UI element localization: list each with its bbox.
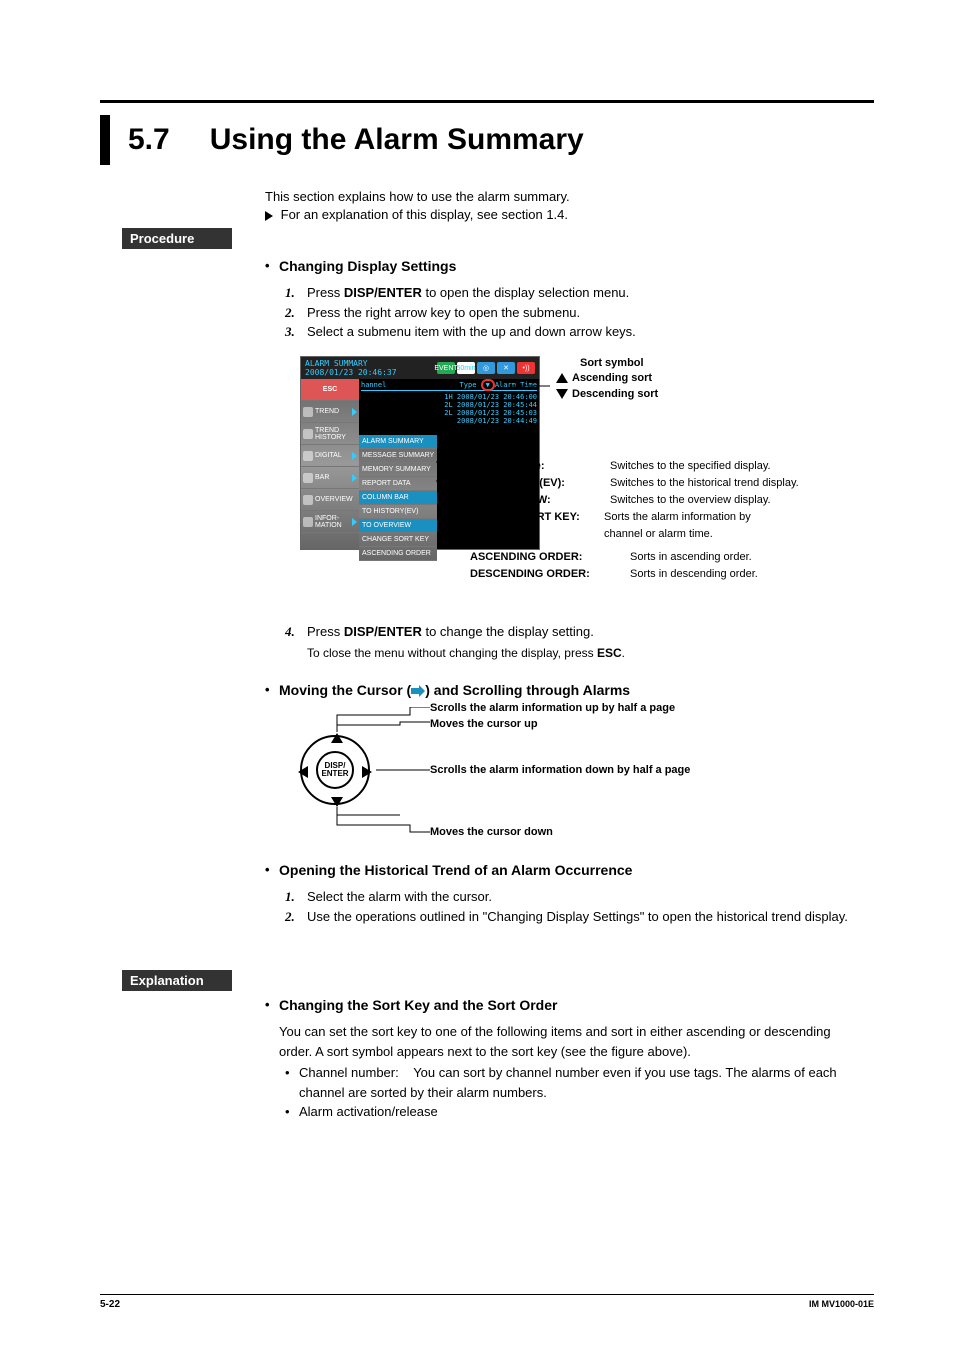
- sidebar-trend[interactable]: TREND: [301, 401, 359, 423]
- label-scroll-down-half: Scrolls the alarm information down by ha…: [430, 765, 690, 776]
- sub1-title: Changing Display Settings: [279, 256, 456, 277]
- heading-bar: [100, 115, 110, 165]
- heading-title: Using the Alarm Summary: [210, 123, 584, 157]
- sub5-paragraph: You can set the sort key to one of the f…: [279, 1022, 864, 1061]
- changing-sort-key: • Changing the Sort Key and the Sort Ord…: [265, 995, 864, 1122]
- bullet-icon: •: [265, 680, 279, 707]
- label-move-down: Moves the cursor down: [430, 827, 553, 838]
- status-chip-2: ✕: [497, 362, 515, 374]
- label-move-up: Moves the cursor up: [430, 719, 538, 730]
- heading-number: 5.7: [128, 123, 170, 157]
- rate-chip: 50min: [457, 362, 475, 374]
- sub4-title: Opening the Historical Trend of an Alarm…: [279, 860, 632, 881]
- procedure-label: Procedure: [122, 228, 232, 249]
- descending-sort-label: Descending sort: [572, 388, 658, 400]
- opening-historical-trend: • Opening the Historical Trend of an Ala…: [265, 860, 864, 926]
- bullet-icon: •: [265, 995, 279, 1022]
- anno-to-history-val: Switches to the historical trend display…: [610, 477, 799, 489]
- step-4: 4. Press DISP/ENTER to change the displa…: [285, 622, 864, 642]
- submenu-report-data[interactable]: REPORT DATA: [359, 477, 437, 491]
- submenu-memory-summary[interactable]: MEMORY SUMMARY: [359, 463, 437, 477]
- sub5-title: Changing the Sort Key and the Sort Order: [279, 995, 557, 1016]
- intro-line2: For an explanation of this display, see …: [281, 207, 568, 222]
- sort-item-alarm: • Alarm activation/release: [285, 1102, 864, 1122]
- bullet-icon: •: [265, 860, 279, 887]
- ui-screenshot: ALARM SUMMARY 2008/01/23 20:46:37 EVENT …: [300, 356, 860, 550]
- arrow-right-icon: [265, 211, 273, 221]
- sort-symbol-annotation: Sort symbol Ascending sort Descending so…: [556, 356, 658, 402]
- anno-change-sort-val2: channel or alarm time.: [604, 528, 713, 540]
- sort-item-channel: • Channel number: You can sort by channe…: [285, 1063, 864, 1102]
- anno-display-name-key: Display name:: [470, 458, 610, 475]
- anno-desc-order-key: DESCENDING ORDER:: [470, 566, 630, 583]
- anno-change-sort-key: CHANGE SORT KEY:: [470, 509, 604, 526]
- status-icons: EVENT 50min ◎ ✕ •)): [437, 362, 535, 374]
- doc-id: IM MV1000-01E: [809, 1299, 874, 1310]
- sub3-title: Moving the Cursor () and Scrolling throu…: [279, 680, 630, 701]
- disp-enter-diagram: DISP/ ENTER Scrolls the alarm informatio…: [300, 707, 740, 837]
- alarm-row: 2L 2008/01/23 20:45:44: [361, 401, 537, 409]
- alarm-row: 2L 2008/01/23 20:45:03: [361, 409, 537, 417]
- submenu-message-summary[interactable]: MESSAGE SUMMARY: [359, 449, 437, 463]
- status-chip-alarm: •)): [517, 362, 535, 374]
- anno-change-sort-val1: Sorts the alarm information by: [604, 511, 751, 523]
- sort-symbol-mark: ▼: [481, 379, 495, 391]
- sort-symbol-label: Sort symbol: [580, 357, 644, 369]
- alarm-row: 1H 2008/01/23 20:46:00: [361, 393, 537, 401]
- submenu-column-bar[interactable]: COLUMN BAR: [359, 491, 437, 505]
- anno-desc-order-val: Sorts in descending order.: [630, 568, 758, 580]
- sub4-step-1: 1. Select the alarm with the cursor.: [285, 887, 864, 907]
- triangle-up-icon: [556, 373, 568, 383]
- page-footer: 5-22 IM MV1000-01E: [100, 1294, 874, 1310]
- step-3: 3. Select a submenu item with the up and…: [285, 322, 864, 342]
- anno-display-name-val: Switches to the specified display.: [610, 460, 771, 472]
- submenu-ascending-order[interactable]: ASCENDING ORDER: [359, 547, 437, 561]
- sidebar-bar[interactable]: BAR: [301, 467, 359, 489]
- ascending-sort-label: Ascending sort: [572, 372, 652, 384]
- intro-text: This section explains how to use the ala…: [265, 188, 570, 224]
- sidebar-esc[interactable]: ESC: [301, 379, 359, 401]
- section-heading: 5.7 Using the Alarm Summary: [100, 115, 584, 165]
- alarm-row: 2008/01/23 20:44:49: [361, 417, 537, 425]
- anno-to-overview-key: TO OVERVIEW:: [470, 492, 610, 509]
- ui-title: ALARM SUMMARY: [305, 359, 397, 368]
- anno-asc-order-key: ASCENDING ORDER:: [470, 549, 630, 566]
- anno-asc-order-val: Sorts in ascending order.: [630, 551, 752, 563]
- changing-display-settings: • Changing Display Settings 1. Press DIS…: [265, 256, 864, 342]
- sidebar-trend-history[interactable]: TREND HISTORY: [301, 423, 359, 445]
- step-1: 1. Press DISP/ENTER to open the display …: [285, 283, 864, 303]
- bullet-icon: •: [265, 256, 279, 283]
- close-menu-note: To close the menu without changing the d…: [307, 646, 864, 660]
- ui-titlebar: ALARM SUMMARY 2008/01/23 20:46:37 EVENT …: [301, 357, 539, 379]
- top-rule: [100, 100, 874, 103]
- ui-timestamp: 2008/01/23 20:46:37: [305, 368, 397, 377]
- anno-to-overview-val: Switches to the overview display.: [610, 494, 771, 506]
- explanation-label: Explanation: [122, 970, 232, 991]
- sub4-step-2: 2. Use the operations outlined in "Chang…: [285, 907, 864, 927]
- sidebar-overview[interactable]: OVERVIEW: [301, 489, 359, 511]
- submenu-annotations: Display name:Switches to the specified d…: [556, 458, 799, 583]
- event-chip: EVENT: [437, 362, 455, 374]
- step-4-block: 4. Press DISP/ENTER to change the displa…: [265, 622, 864, 660]
- submenu-alarm-summary[interactable]: ALARM SUMMARY: [359, 435, 437, 449]
- bracket-lines: [302, 707, 432, 837]
- anno-to-history-key: TO HISTORY (EV):: [470, 475, 610, 492]
- ui-sidebar: ESC TREND TREND HISTORY DIGITAL BAR OVER…: [301, 379, 359, 549]
- col-alarm-time: Alarm Time: [495, 381, 537, 389]
- status-chip-1: ◎: [477, 362, 495, 374]
- sidebar-digital[interactable]: DIGITAL: [301, 445, 359, 467]
- intro-line1: This section explains how to use the ala…: [265, 188, 570, 206]
- col-channel: hannel: [361, 381, 386, 389]
- step-2: 2. Press the right arrow key to open the…: [285, 303, 864, 323]
- label-scroll-up-half: Scrolls the alarm information up by half…: [430, 703, 675, 714]
- submenu-change-sort-key[interactable]: CHANGE SORT KEY: [359, 533, 437, 547]
- page-number: 5-22: [100, 1299, 120, 1310]
- triangle-down-icon: [556, 389, 568, 399]
- sidebar-information[interactable]: INFOR- MATION: [301, 511, 359, 533]
- submenu-to-overview[interactable]: TO OVERVIEW: [359, 519, 437, 533]
- col-type: Type: [460, 381, 477, 389]
- cursor-arrow-icon: [411, 685, 425, 697]
- submenu-to-history[interactable]: TO HISTORY(EV): [359, 505, 437, 519]
- ui-submenu: ALARM SUMMARY MESSAGE SUMMARY MEMORY SUM…: [359, 435, 437, 561]
